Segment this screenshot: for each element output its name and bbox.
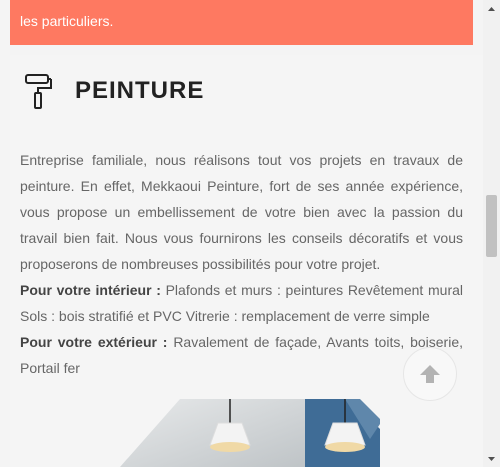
chevron-down-icon (488, 456, 495, 461)
exterior-paragraph: Pour votre extérieur : Ravalement de faç… (20, 329, 463, 381)
scroll-to-top-button[interactable] (403, 347, 457, 401)
scroll-up-arrow[interactable] (483, 0, 500, 17)
vertical-scrollbar[interactable] (483, 0, 500, 467)
peinture-section: PEINTURE Entreprise familiale, nous réal… (10, 55, 483, 467)
banner-text: les particuliers. (20, 13, 114, 29)
exterior-label: Pour votre extérieur : (20, 334, 168, 350)
paint-roller-icon (25, 74, 52, 109)
chevron-up-icon (488, 6, 495, 11)
interior-label: Pour votre intérieur : (20, 282, 161, 298)
scrollbar-thumb[interactable] (486, 195, 497, 257)
section-title: PEINTURE (75, 77, 205, 104)
interior-photo (120, 399, 380, 467)
highlight-banner: les particuliers. (10, 0, 473, 45)
arrow-up-icon (420, 365, 440, 383)
page-viewport: les particuliers. PEINTURE Entreprise fa… (0, 0, 483, 467)
interior-paragraph: Pour votre intérieur : Plafonds et murs … (20, 277, 463, 329)
intro-paragraph: Entreprise familiale, nous réalisons tou… (20, 152, 463, 272)
scroll-down-arrow[interactable] (483, 450, 500, 467)
section-body: Entreprise familiale, nous réalisons tou… (20, 147, 463, 381)
